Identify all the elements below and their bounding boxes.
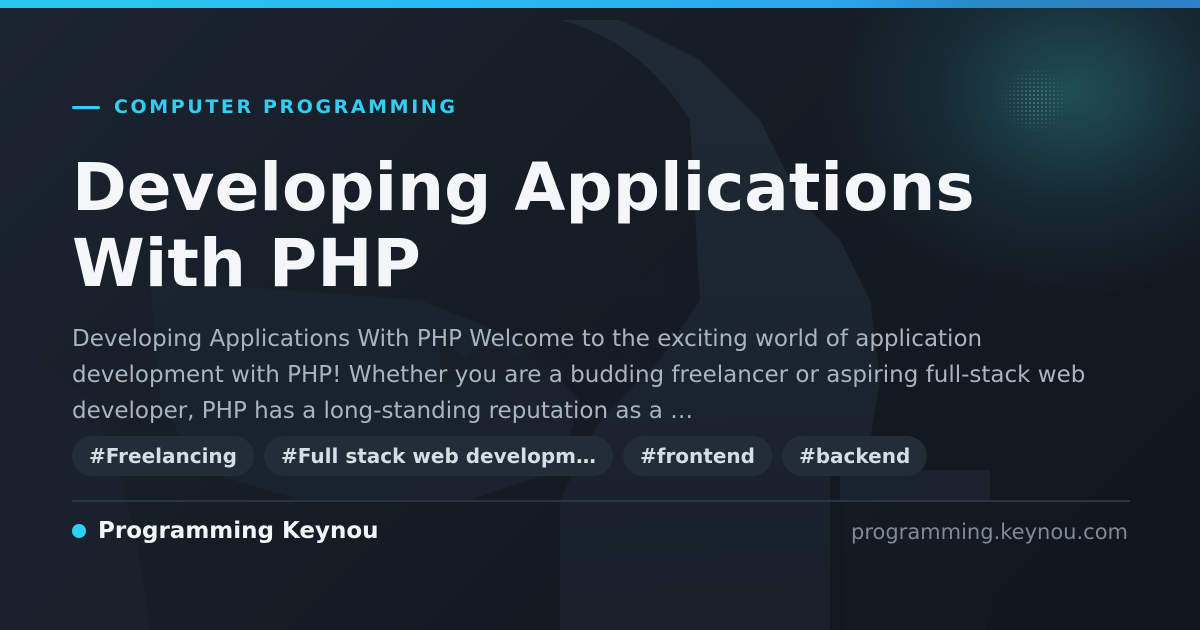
tag-frontend[interactable]: #frontend [622,436,772,476]
category-label: COMPUTER PROGRAMMING [72,96,458,118]
decorative-dots [1000,65,1070,135]
category-text: COMPUTER PROGRAMMING [114,96,458,118]
tag-freelancing[interactable]: #Freelancing [72,436,254,476]
social-card: COMPUTER PROGRAMMING Developing Applicat… [0,0,1200,630]
accent-line-icon [72,105,100,109]
site-url[interactable]: programming.keynou.com [851,520,1128,544]
article-description: Developing Applications With PHP Welcome… [72,326,1086,424]
footer-divider [72,500,1130,502]
site-brand: Programming Keynou [72,518,379,544]
tag-full-stack[interactable]: #Full stack web developm… [264,436,613,476]
dot-icon [72,524,86,538]
tag-backend[interactable]: #backend [781,436,928,476]
tag-list: #Freelancing #Full stack web developm… #… [72,436,928,476]
site-name: Programming Keynou [98,518,379,544]
page-title: Developing Applications With PHP [72,149,975,302]
